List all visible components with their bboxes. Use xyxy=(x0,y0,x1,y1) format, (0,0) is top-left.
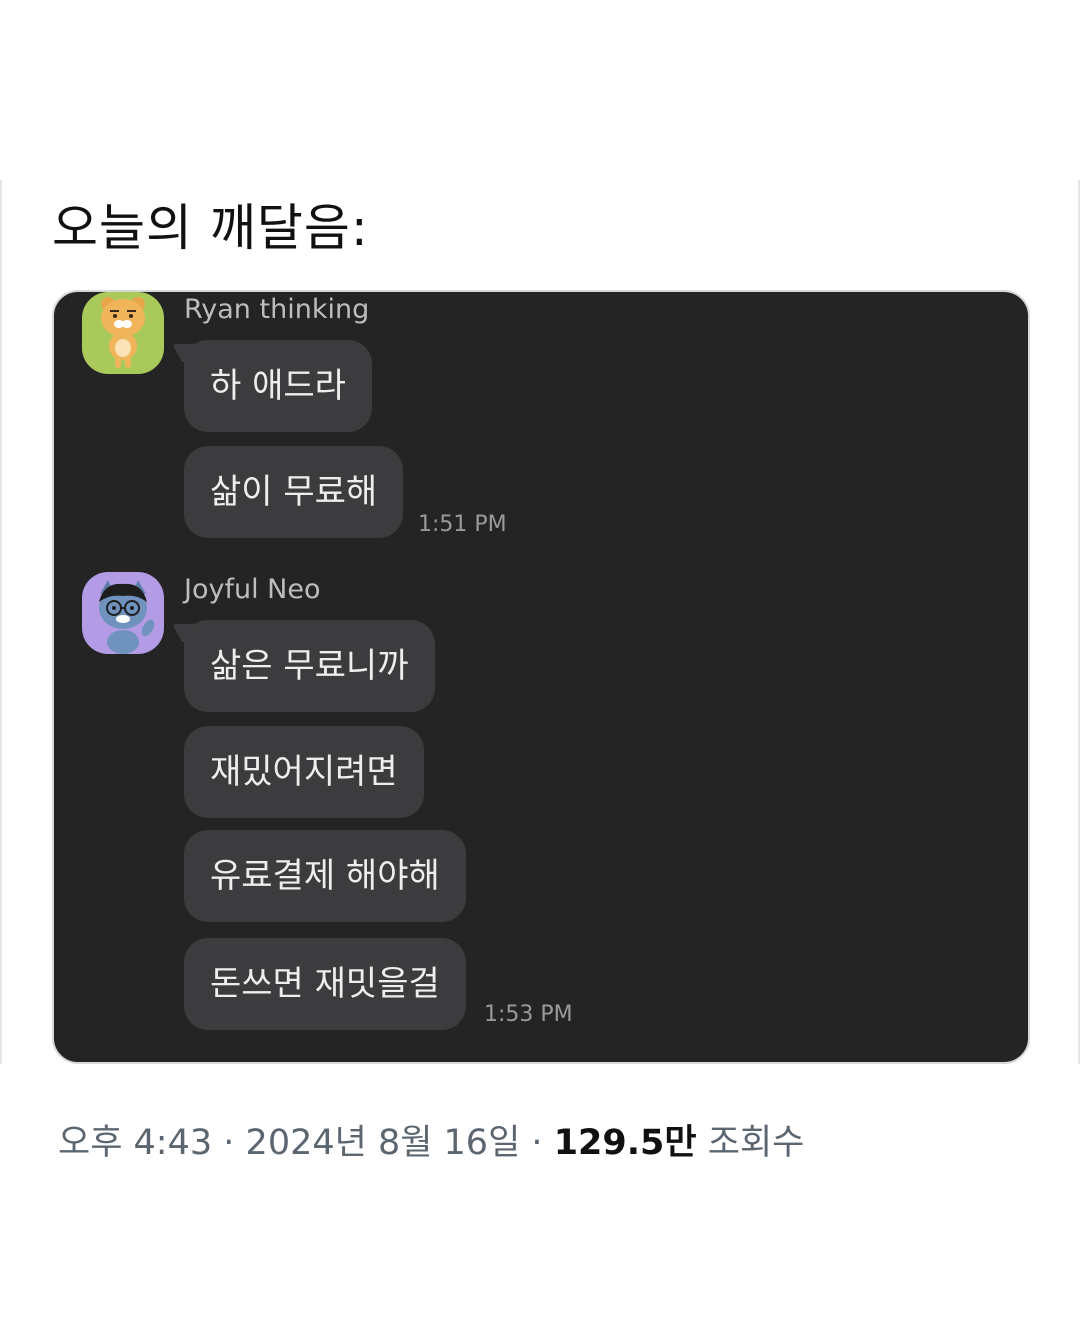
tweet-text: 오늘의 깨달음: xyxy=(52,199,369,257)
message-bubble[interactable]: 삶은 무료니까 xyxy=(184,620,435,712)
tweet-left-border xyxy=(0,180,2,1064)
message-timestamp: 1:51 PM xyxy=(418,512,507,537)
tweet-card: 오늘의 깨달음: Ryan thinking 하 애드라 삶이 무료해 1:51… xyxy=(0,180,1080,1064)
sender-name-ryan: Ryan thinking xyxy=(184,294,370,325)
chat-screenshot-image[interactable]: Ryan thinking 하 애드라 삶이 무료해 1:51 PM Joyfu… xyxy=(52,290,1030,1064)
message-timestamp: 1:53 PM xyxy=(484,1002,573,1027)
message-bubble[interactable]: 재밌어지려면 xyxy=(184,726,424,818)
meta-separator: · xyxy=(223,1123,235,1163)
message-bubble[interactable]: 돈쓰면 재밋을걸 xyxy=(184,938,466,1030)
tweet-time[interactable]: 오후 4:43 xyxy=(58,1123,212,1163)
message-bubble[interactable]: 유료결제 해야해 xyxy=(184,830,466,922)
neo-avatar-icon xyxy=(82,572,164,654)
sender-name-neo: Joyful Neo xyxy=(184,574,321,605)
meta-separator: · xyxy=(531,1123,543,1163)
tweet-date[interactable]: 2024년 8월 16일 xyxy=(246,1123,521,1163)
ryan-avatar-icon xyxy=(82,292,164,374)
message-bubble[interactable]: 하 애드라 xyxy=(184,340,372,432)
view-count: 129.5만 xyxy=(553,1123,697,1163)
message-bubble[interactable]: 삶이 무료해 xyxy=(184,446,404,538)
tweet-metadata: 오후 4:43 · 2024년 8월 16일 · 129.5만 조회수 xyxy=(58,1114,804,1165)
views-label: 조회수 xyxy=(707,1123,805,1163)
